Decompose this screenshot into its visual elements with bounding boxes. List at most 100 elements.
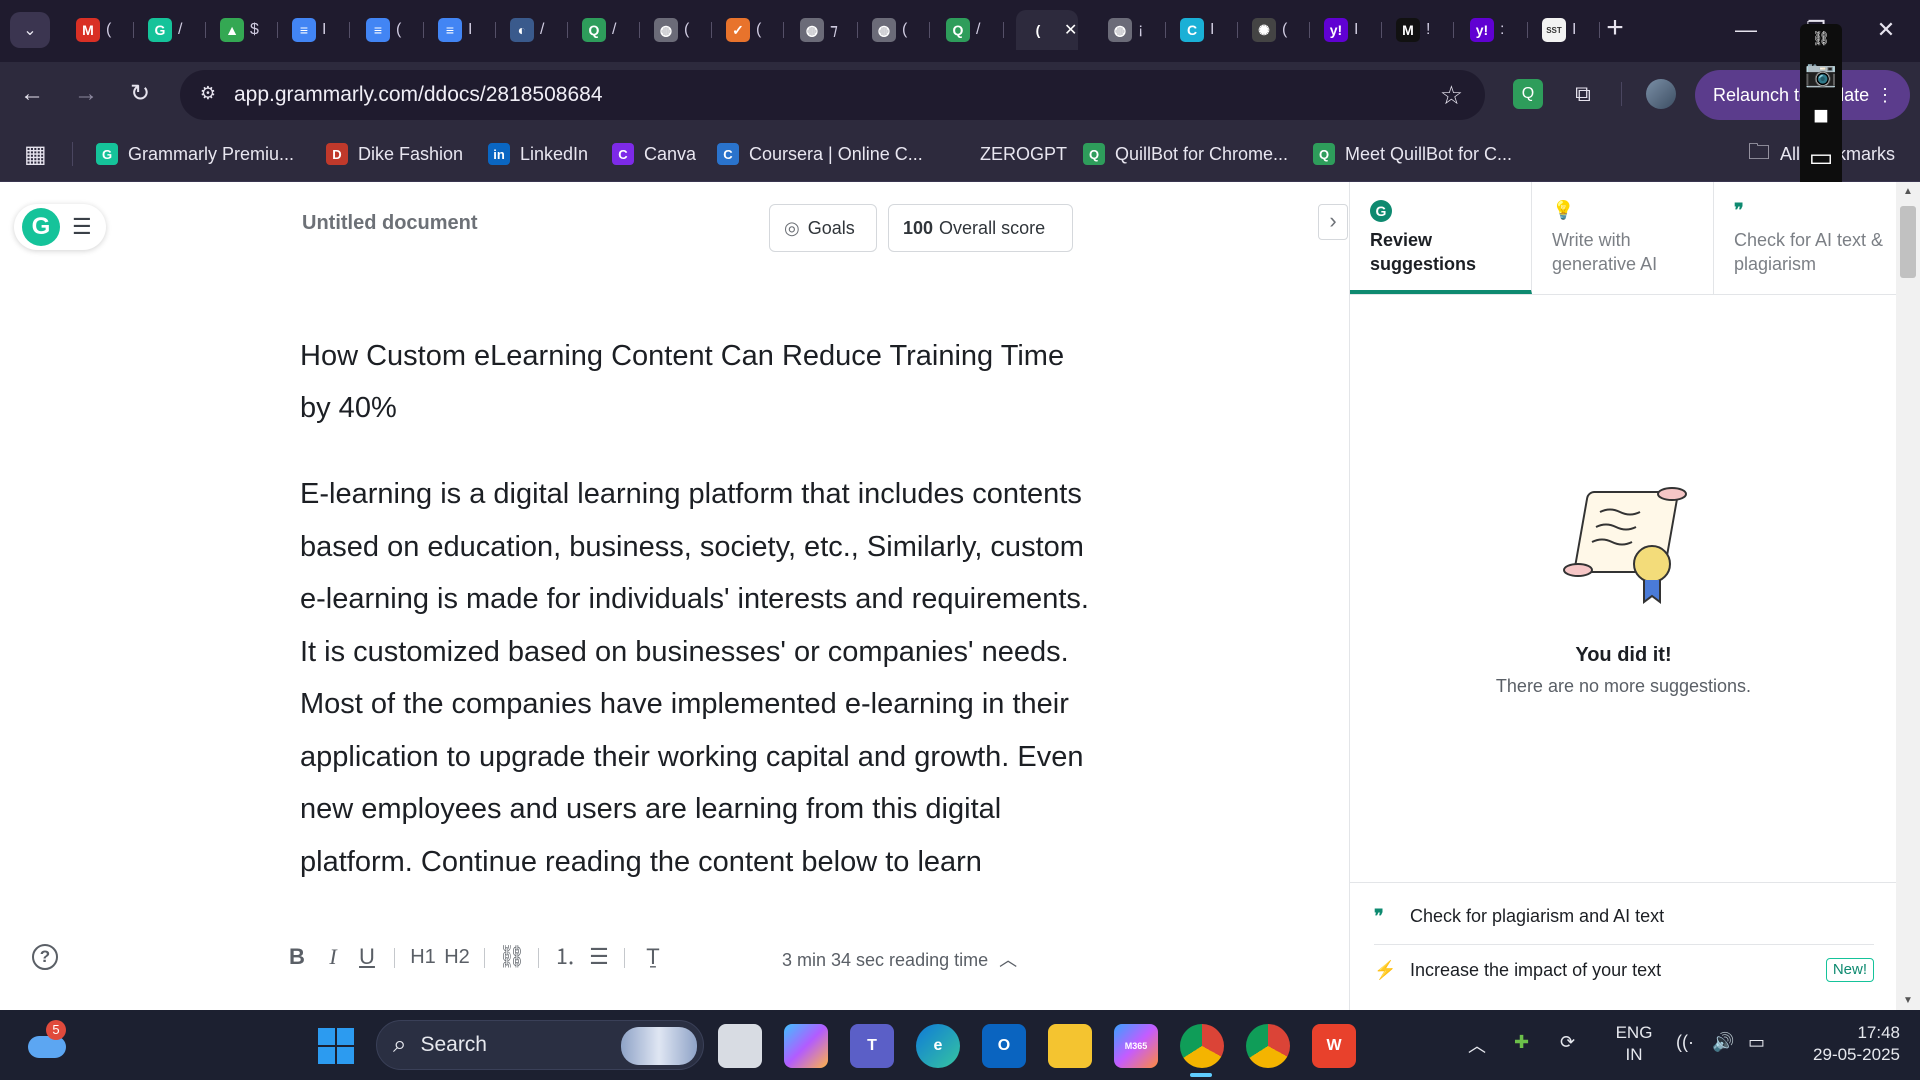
- weather-widget[interactable]: 5: [28, 1020, 68, 1064]
- bookmark-item[interactable]: ZEROGPT: [948, 138, 1067, 170]
- bookmark-item[interactable]: D Dike Fashion: [326, 138, 463, 170]
- tab-review-suggestions[interactable]: G Review suggestions: [1350, 182, 1532, 294]
- goals-button[interactable]: ◎ Goals: [769, 204, 877, 252]
- new-tab-button[interactable]: +: [1600, 13, 1630, 44]
- hamburger-menu-icon[interactable]: ☰: [72, 214, 100, 240]
- bookmark-item[interactable]: in LinkedIn: [488, 138, 588, 170]
- document-heading[interactable]: How Custom eLearning Content Can Reduce …: [300, 330, 1100, 434]
- battery-icon[interactable]: ▭: [1748, 1032, 1765, 1053]
- sync-icon[interactable]: ⟳: [1560, 1032, 1575, 1053]
- numbered-list-button[interactable]: ⒈: [552, 942, 578, 972]
- bookmark-item[interactable]: G Grammarly Premiu...: [96, 138, 294, 170]
- link-icon[interactable]: ⛓: [1800, 24, 1842, 52]
- video-camera-icon[interactable]: ■: [1800, 94, 1842, 136]
- bookmark-item[interactable]: C Canva: [612, 138, 696, 170]
- extensions-puzzle-icon[interactable]: ⧉: [1568, 79, 1598, 109]
- m365-copilot-icon[interactable]: M365: [1114, 1024, 1158, 1068]
- start-button[interactable]: [318, 1028, 354, 1064]
- url-text[interactable]: app.grammarly.com/ddocs/2818508684: [234, 83, 603, 107]
- italic-button[interactable]: I: [322, 942, 344, 972]
- wifi-icon[interactable]: ((·: [1676, 1032, 1694, 1053]
- wps-office-icon[interactable]: W: [1312, 1024, 1356, 1068]
- browser-tab[interactable]: SST I: [1532, 10, 1600, 50]
- browser-tab[interactable]: CI: [1170, 10, 1238, 50]
- quillbot-extension-icon[interactable]: Q: [1513, 79, 1543, 109]
- browser-tab[interactable]: Q /: [936, 10, 1004, 50]
- browser-tab[interactable]: ✓(: [716, 10, 784, 50]
- browser-tab[interactable]: (✕: [1016, 10, 1078, 50]
- document-title[interactable]: Untitled document: [302, 212, 478, 235]
- show-hidden-icons-icon[interactable]: ︿: [1468, 1032, 1486, 1058]
- scroll-down-icon[interactable]: ▼: [1896, 995, 1920, 1006]
- browser-tab[interactable]: M(: [66, 10, 134, 50]
- task-view-icon[interactable]: [718, 1024, 762, 1068]
- browser-tab[interactable]: ✺(: [1242, 10, 1310, 50]
- reading-time[interactable]: 3 min 34 sec reading time ︿: [782, 946, 1017, 972]
- tab-check-ai-plagiarism[interactable]: ❞ Check for AI text & plagiarism: [1714, 182, 1896, 294]
- grammarly-home-menu[interactable]: G ☰: [14, 204, 106, 250]
- camera-icon[interactable]: 📷: [1800, 52, 1842, 94]
- minimize-button[interactable]: —: [1724, 10, 1768, 50]
- collapse-sidebar-button[interactable]: ›: [1318, 204, 1348, 240]
- help-icon[interactable]: ?: [32, 944, 58, 970]
- heading1-button[interactable]: H1: [408, 942, 438, 972]
- overall-score-button[interactable]: 100 Overall score: [888, 204, 1073, 252]
- browser-tab[interactable]: ◐ /: [500, 10, 568, 50]
- browser-tab[interactable]: ◍ ¡: [1098, 10, 1166, 50]
- browser-tab[interactable]: ≡(: [356, 10, 424, 50]
- taskbar-search[interactable]: ⌕ Search: [376, 1020, 704, 1070]
- browser-tab[interactable]: y!:: [1460, 10, 1528, 50]
- window-capture-icon[interactable]: ▭: [1800, 136, 1842, 178]
- bookmark-item[interactable]: Q QuillBot for Chrome...: [1083, 138, 1288, 170]
- clear-formatting-button[interactable]: Ṯ: [640, 942, 666, 972]
- link-button[interactable]: ⛓: [498, 942, 526, 972]
- tab-search-button[interactable]: ⌄: [10, 12, 50, 48]
- close-tab-icon[interactable]: ✕: [1064, 20, 1077, 40]
- apps-grid-icon[interactable]: ▦: [24, 140, 47, 169]
- teams-icon[interactable]: T: [850, 1024, 894, 1068]
- volume-icon[interactable]: 🔊: [1712, 1032, 1734, 1053]
- browser-tab[interactable]: M!: [1386, 10, 1454, 50]
- input-language-indicator[interactable]: ENG IN: [1612, 1022, 1656, 1066]
- chrome-profile-icon[interactable]: [1180, 1024, 1224, 1068]
- underline-button[interactable]: U: [356, 942, 378, 972]
- security-tray-icon[interactable]: ✚: [1514, 1032, 1529, 1053]
- edge-icon[interactable]: e: [916, 1024, 960, 1068]
- relaunch-label: Relaunch to update: [1713, 85, 1870, 105]
- site-info-icon[interactable]: ⚙: [196, 83, 220, 107]
- bulleted-list-button[interactable]: ☰: [586, 942, 612, 972]
- scrollbar-thumb[interactable]: [1900, 206, 1916, 278]
- close-window-button[interactable]: ✕: [1864, 10, 1908, 50]
- page-scrollbar[interactable]: ▲ ▼: [1896, 182, 1920, 1010]
- browser-tab[interactable]: y! I: [1314, 10, 1382, 50]
- address-bar[interactable]: ⚙ app.grammarly.com/ddocs/2818508684 ☆: [180, 70, 1485, 120]
- profile-avatar[interactable]: [1646, 79, 1676, 109]
- browser-tab[interactable]: ◍(: [644, 10, 712, 50]
- back-button[interactable]: ←: [14, 76, 50, 112]
- browser-tab[interactable]: ◍(: [862, 10, 930, 50]
- increase-impact-action[interactable]: ⚡ Increase the impact of your text New!: [1374, 944, 1874, 996]
- reload-button[interactable]: ↻: [122, 76, 158, 112]
- scroll-up-icon[interactable]: ▲: [1896, 186, 1920, 197]
- bookmark-star-icon[interactable]: ☆: [1440, 80, 1463, 111]
- browser-tab[interactable]: ◍ ⁊: [790, 10, 858, 50]
- check-plagiarism-action[interactable]: ❞ Check for plagiarism and AI text: [1374, 890, 1874, 942]
- browser-tab[interactable]: ▲ $: [210, 10, 278, 50]
- file-explorer-icon[interactable]: [1048, 1024, 1092, 1068]
- copilot-icon[interactable]: [784, 1024, 828, 1068]
- bookmark-item[interactable]: Q Meet QuillBot for C...: [1313, 138, 1512, 170]
- outlook-icon[interactable]: O: [982, 1024, 1026, 1068]
- browser-tab[interactable]: ≡ I: [428, 10, 496, 50]
- document-paragraph[interactable]: E-learning is a digital learning platfor…: [300, 468, 1100, 888]
- tab-write-with-ai[interactable]: 💡 Write with generative AI: [1532, 182, 1714, 294]
- heading2-button[interactable]: H2: [442, 942, 472, 972]
- browser-tab[interactable]: ≡ I: [282, 10, 350, 50]
- bold-button[interactable]: B: [286, 942, 308, 972]
- bookmark-item[interactable]: C Coursera | Online C...: [717, 138, 923, 170]
- browser-tab[interactable]: Q /: [572, 10, 640, 50]
- system-clock[interactable]: 17:48 29-05-2025: [1780, 1022, 1900, 1066]
- document-editor[interactable]: How Custom eLearning Content Can Reduce …: [300, 330, 1100, 922]
- forward-button[interactable]: →: [68, 76, 104, 112]
- chrome-icon[interactable]: [1246, 1024, 1290, 1068]
- browser-tab[interactable]: G /: [138, 10, 206, 50]
